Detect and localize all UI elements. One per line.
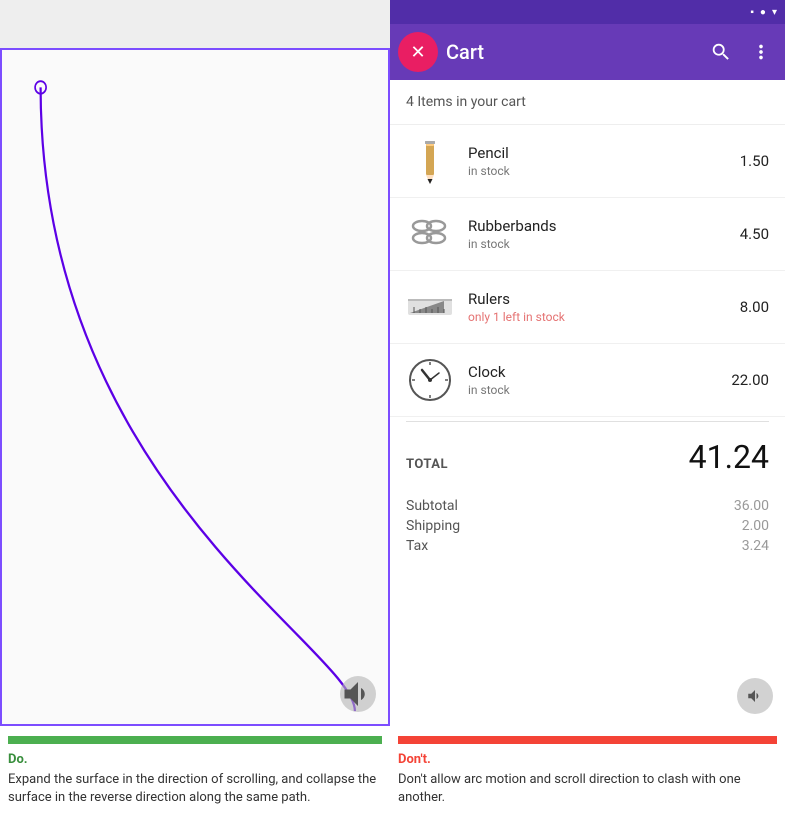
rubberbands-status: in stock bbox=[468, 237, 726, 251]
dont-bar bbox=[398, 736, 777, 744]
cart-item-clock: Clock in stock 22.00 bbox=[390, 344, 785, 417]
avatar-icon: ✕ bbox=[410, 42, 425, 63]
pencil-image bbox=[406, 137, 454, 185]
rubberbands-image bbox=[406, 210, 454, 258]
clock-name: Clock bbox=[468, 363, 717, 381]
cart-items-header: 4 Items in your cart bbox=[390, 80, 785, 125]
cart-item-rubberbands: Rubberbands in stock 4.50 bbox=[390, 198, 785, 271]
app-bar-title: Cart bbox=[446, 40, 697, 64]
cart-item-pencil: Pencil in stock 1.50 bbox=[390, 125, 785, 198]
rulers-price: 8.00 bbox=[740, 298, 769, 316]
rulers-name: Rulers bbox=[468, 290, 726, 308]
right-bottom: Don't. Don't allow arc motion and scroll… bbox=[390, 726, 785, 819]
rubberbands-details: Rubberbands in stock bbox=[468, 217, 726, 251]
shipping-value: 2.00 bbox=[742, 518, 769, 534]
rubberbands-name: Rubberbands bbox=[468, 217, 726, 235]
search-button[interactable] bbox=[705, 36, 737, 68]
total-row: TOTAL 41.24 bbox=[406, 438, 769, 476]
tax-label: Tax bbox=[406, 538, 428, 554]
pencil-status: in stock bbox=[468, 164, 726, 178]
subtotal-label: Subtotal bbox=[406, 498, 458, 514]
do-label: Do. bbox=[8, 752, 382, 767]
tax-value: 3.24 bbox=[742, 538, 769, 554]
tax-row: Tax 3.24 bbox=[406, 538, 769, 554]
cart-content-wrapper: 4 Items in your cart Pencil in stock bbox=[390, 80, 785, 726]
clock-details: Clock in stock bbox=[468, 363, 717, 397]
total-amount: 41.24 bbox=[689, 438, 769, 476]
sound-button-left[interactable] bbox=[340, 676, 376, 712]
status-icon-1: ▪ bbox=[750, 7, 754, 18]
dont-label: Don't. bbox=[398, 752, 777, 767]
pencil-name: Pencil bbox=[468, 144, 726, 162]
cart-item-rulers: Rulers only 1 left in stock 8.00 bbox=[390, 271, 785, 344]
status-bar: ▪ ● ▾ bbox=[390, 0, 785, 24]
divider bbox=[406, 421, 769, 422]
shipping-label: Shipping bbox=[406, 518, 460, 534]
app-bar: ✕ Cart bbox=[390, 24, 785, 80]
subtotal-row: Subtotal 36.00 bbox=[406, 498, 769, 514]
sound-button-right[interactable] bbox=[737, 678, 773, 714]
avatar-button[interactable]: ✕ bbox=[398, 32, 438, 72]
shipping-row: Shipping 2.00 bbox=[406, 518, 769, 534]
total-label: TOTAL bbox=[406, 457, 448, 472]
clock-status: in stock bbox=[468, 383, 717, 397]
left-top-bar bbox=[0, 0, 390, 48]
do-bar bbox=[8, 736, 382, 744]
rubberbands-price: 4.50 bbox=[740, 225, 769, 243]
status-icon-3: ▾ bbox=[772, 7, 777, 18]
do-text: Expand the surface in the direction of s… bbox=[8, 771, 382, 807]
rulers-status: only 1 left in stock bbox=[468, 310, 726, 324]
clock-image bbox=[406, 356, 454, 404]
subtotal-section: Subtotal 36.00 Shipping 2.00 Tax 3.24 bbox=[390, 490, 785, 570]
rulers-image bbox=[406, 283, 454, 331]
total-section: TOTAL 41.24 bbox=[390, 426, 785, 490]
subtotal-value: 36.00 bbox=[734, 498, 769, 514]
rulers-details: Rulers only 1 left in stock bbox=[468, 290, 726, 324]
status-icon-2: ● bbox=[760, 7, 766, 18]
right-panel: ▪ ● ▾ ✕ Cart 4 Items in your cart bbox=[390, 0, 785, 819]
cart-content: 4 Items in your cart Pencil in stock bbox=[390, 80, 785, 726]
pencil-price: 1.50 bbox=[740, 152, 769, 170]
animation-canvas bbox=[0, 48, 390, 726]
header-icons bbox=[705, 36, 777, 68]
pencil-details: Pencil in stock bbox=[468, 144, 726, 178]
left-panel: Do. Expand the surface in the direction … bbox=[0, 0, 390, 819]
more-options-button[interactable] bbox=[745, 36, 777, 68]
clock-price: 22.00 bbox=[731, 371, 769, 389]
dont-text: Don't allow arc motion and scroll direct… bbox=[398, 771, 777, 807]
left-bottom: Do. Expand the surface in the direction … bbox=[0, 726, 390, 819]
